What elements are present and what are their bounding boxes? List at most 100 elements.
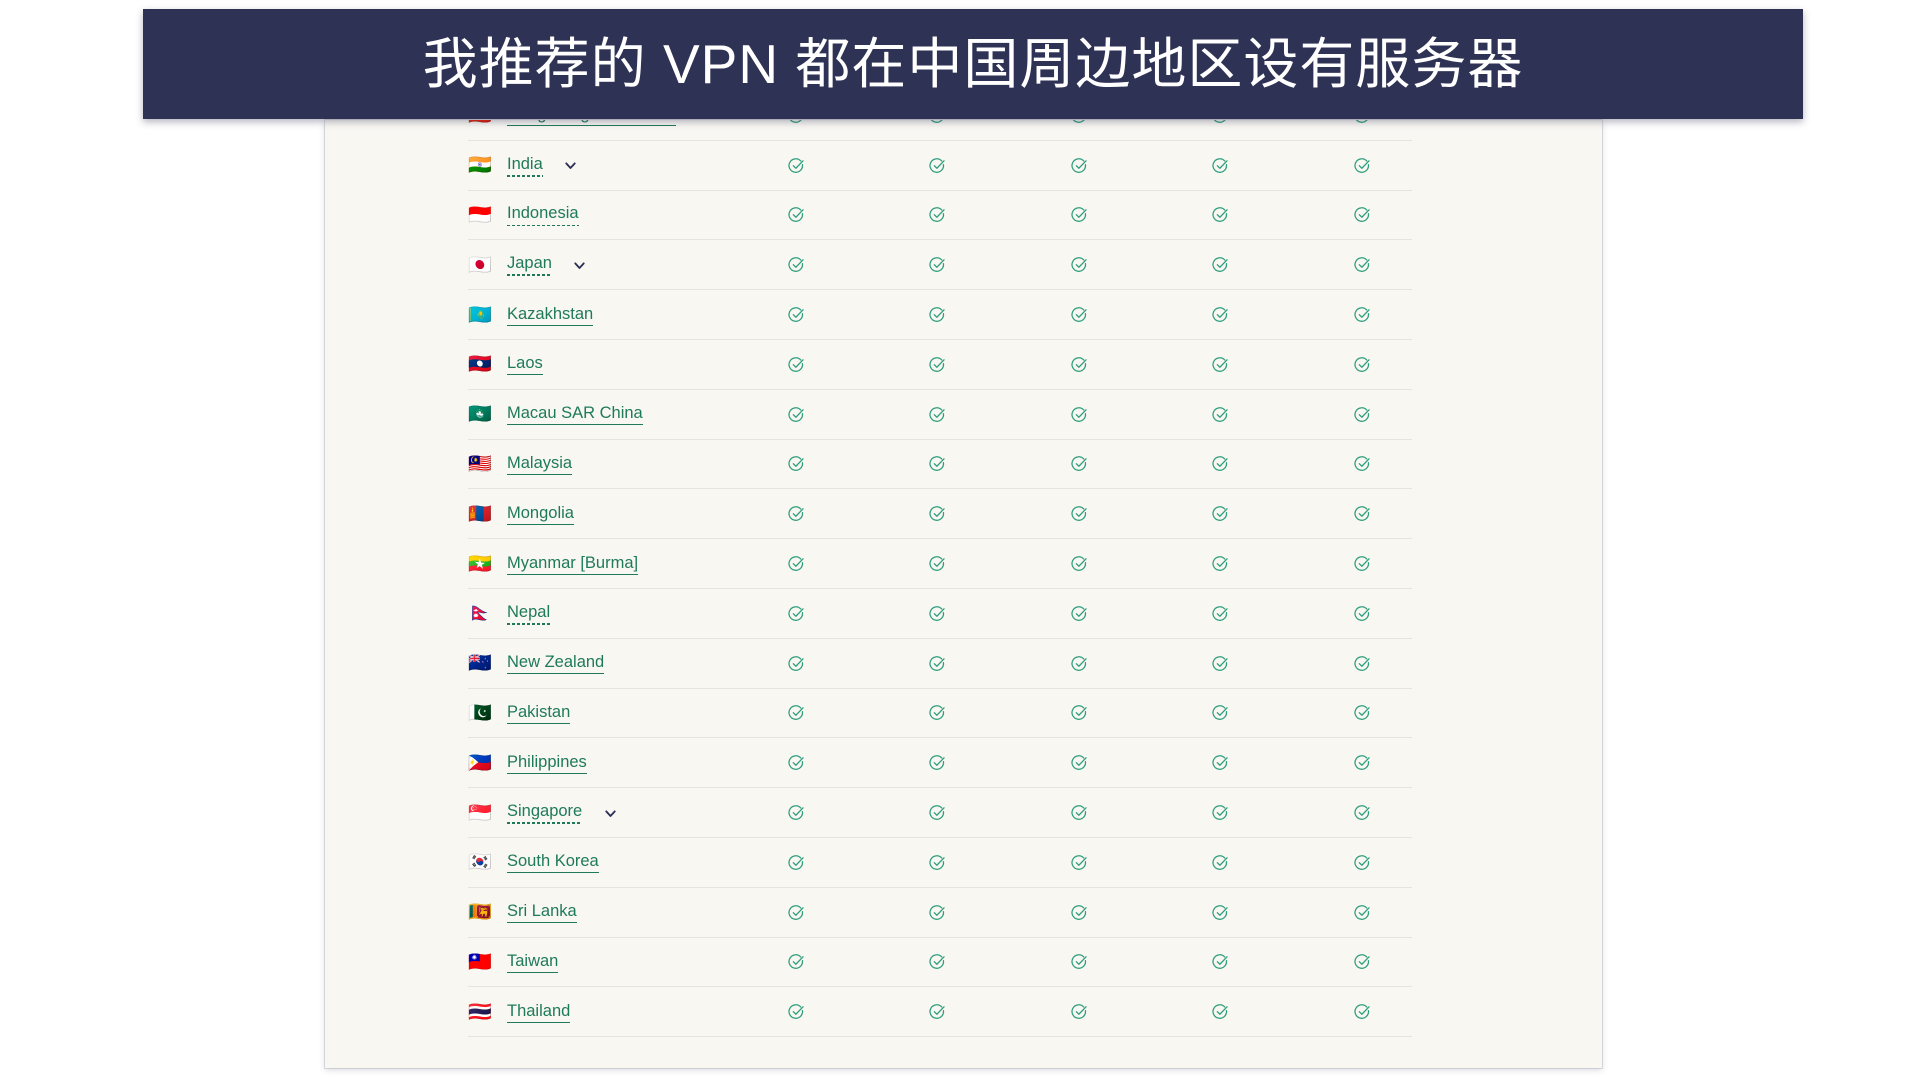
check-cell [1291,406,1433,424]
check-cell [1150,704,1292,722]
check-circle-icon [1212,506,1228,522]
check-circle-icon [929,606,945,621]
check-cell [1291,555,1433,573]
check-circle-icon [1071,606,1087,621]
country-link[interactable]: Mongolia [507,504,574,525]
check-cell [1008,605,1150,623]
check-cell [1150,655,1292,673]
check-circle-icon [1071,855,1087,870]
chevron-down-icon[interactable] [570,255,590,275]
country-flag-icon: 🇳🇿 [468,652,492,675]
table-row: 🇸🇬 Singapore [325,788,1602,838]
check-circle-icon [1212,805,1228,820]
feature-checks [725,406,1602,424]
headline-banner-text: 我推荐的 VPN 都在中国周边地区设有服务器 [422,32,1524,95]
feature-checks [725,455,1602,473]
check-circle-icon [1354,655,1370,671]
check-cell [867,953,1009,971]
feature-checks [725,555,1602,573]
check-circle-icon [1212,357,1228,372]
table-row: 🇲🇳 Mongolia [325,489,1602,539]
country-link[interactable]: New Zealand [507,653,605,675]
check-cell [1008,256,1150,274]
check-circle-icon [788,606,804,621]
country-link[interactable]: Japan [507,254,552,277]
country-link[interactable]: Nepal [507,602,551,625]
check-circle-icon [929,506,945,522]
country-link[interactable]: Kazakhstan [507,305,594,326]
country-link[interactable]: Laos [507,354,543,376]
check-cell [725,804,867,822]
country-link[interactable]: Malaysia [507,454,573,475]
check-cell [1008,455,1150,473]
check-cell [1150,157,1292,175]
check-circle-icon [1354,357,1370,372]
table-row: 🇱🇦 Laos [325,340,1602,390]
check-circle-icon [1354,456,1370,472]
check-circle-icon [1354,506,1370,522]
country-flag-icon: 🇲🇳 [468,502,492,525]
country-link[interactable]: Indonesia [507,204,579,227]
feature-checks [725,157,1602,175]
check-circle-icon [931,120,943,123]
country-link[interactable]: Myanmar [Burma] [507,554,639,575]
check-cell [725,406,867,424]
check-cell [1008,306,1150,324]
country-cell: 🇳🇵 Nepal [325,602,725,625]
check-circle-icon [1212,855,1228,870]
check-circle-icon [929,755,945,771]
check-circle-icon [1212,307,1228,322]
check-circle-icon [1071,755,1087,771]
check-cell [1150,754,1292,772]
table-row: 🇰🇿 Kazakhstan [325,290,1602,340]
check-cell [1291,804,1433,822]
country-cell: 🇸🇬 Singapore [325,802,725,825]
chevron-down-icon[interactable] [600,803,620,823]
check-circle-icon [1354,805,1370,820]
country-link[interactable]: Hong Kong SAR China [507,120,676,127]
check-cell [1291,754,1433,772]
feature-checks [725,804,1602,822]
check-cell [1008,754,1150,772]
table-row: 🇮🇩 Indonesia [325,191,1602,241]
page-root: 🇭🇰 Hong Kong SAR China 🇮🇳 India 🇮🇩 Indonesia 🇯… [0,0,1920,1077]
check-circle-icon [1354,157,1370,173]
check-circle-icon [1354,855,1370,870]
check-cell [867,655,1009,673]
country-flag-icon: 🇲🇾 [468,452,492,475]
check-cell [1150,605,1292,623]
check-cell [725,704,867,722]
table-row: 🇮🇳 India [325,141,1602,191]
chevron-down-icon[interactable] [694,120,714,126]
country-link[interactable]: Taiwan [507,952,559,973]
check-cell [1150,904,1292,922]
check-circle-icon [788,805,804,820]
country-link[interactable]: Pakistan [507,703,571,724]
country-link[interactable]: Macau SAR China [507,404,643,426]
country-cell: 🇹🇭 Thailand [325,1002,725,1023]
check-cell [1291,256,1433,274]
check-cell [1008,206,1150,224]
check-circle-icon [929,655,945,671]
country-link[interactable]: India [507,154,543,177]
check-circle-icon [788,755,804,771]
country-link[interactable]: Sri Lanka [507,902,577,924]
country-link[interactable]: South Korea [507,852,599,874]
check-circle-icon [788,456,804,472]
country-cell: 🇱🇰 Sri Lanka [325,902,725,924]
check-circle-icon [929,307,945,322]
country-flag-icon: 🇮🇩 [468,203,492,226]
check-cell [867,804,1009,822]
check-cell [1291,455,1433,473]
country-flag-icon: 🇵🇭 [468,751,492,774]
check-cell [1150,555,1292,573]
check-cell [725,356,867,374]
chevron-down-icon[interactable] [561,156,581,176]
country-link[interactable]: Thailand [507,1002,571,1023]
country-link[interactable]: Philippines [507,753,587,774]
country-link[interactable]: Singapore [507,802,583,825]
country-cell: 🇳🇿 New Zealand [325,652,725,675]
server-locations-card: 🇭🇰 Hong Kong SAR China 🇮🇳 India 🇮🇩 Indonesia 🇯… [325,120,1602,1068]
check-circle-icon [1212,207,1228,223]
country-table: 🇭🇰 Hong Kong SAR China 🇮🇳 India 🇮🇩 Indonesia 🇯… [325,120,1602,1037]
